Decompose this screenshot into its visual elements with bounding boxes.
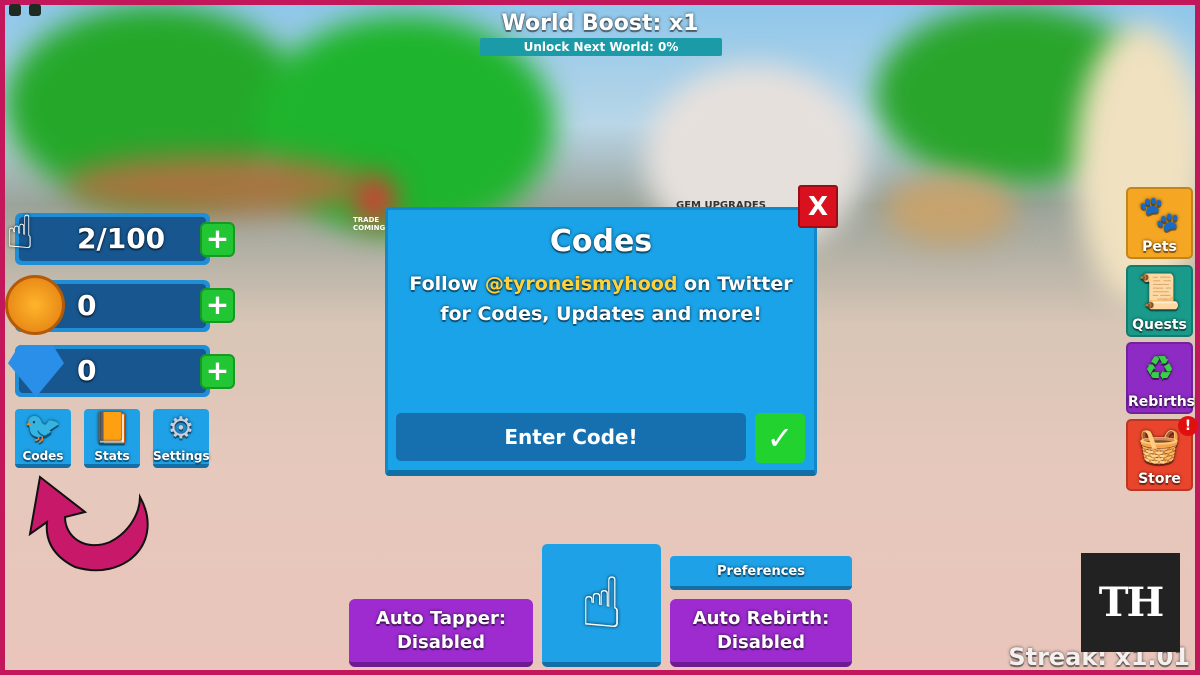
store-label: Store (1138, 471, 1181, 487)
modal-message: Follow @tyroneismyhood on Twitter for Co… (388, 269, 814, 329)
add-clicks-button[interactable]: + (200, 222, 235, 257)
add-coins-button[interactable]: + (200, 288, 235, 323)
message-line2: for Codes, Updates and more! (440, 303, 762, 325)
rebirths-label: Rebirths (1128, 394, 1195, 410)
code-input[interactable] (396, 413, 746, 461)
pets-label: Pets (1142, 239, 1177, 255)
store-notification-badge: ! (1178, 416, 1198, 436)
auto-tapper-button[interactable]: Auto Tapper: Disabled (349, 599, 533, 667)
message-follow: Follow (409, 273, 485, 295)
book-icon: 📙 (93, 411, 131, 446)
codes-modal: Codes Follow @tyroneismyhood on Twitter … (385, 207, 817, 476)
unlock-progress-label: Unlock Next World: 0% (523, 40, 679, 54)
auto-rebirth-label: Auto Rebirth: (692, 608, 830, 629)
stats-button[interactable]: 📙 Stats (84, 409, 140, 468)
hand-pointer-icon: ☝ (6, 205, 35, 259)
rebirths-button[interactable]: ♻ Rebirths (1126, 342, 1195, 414)
submit-code-button[interactable]: ✓ (755, 413, 805, 463)
message-twitter: on Twitter (677, 273, 793, 295)
stats-label: Stats (94, 449, 130, 463)
curved-arrow-annotation (28, 475, 149, 572)
auto-tapper-label: Auto Tapper: (375, 608, 507, 629)
codes-label: Codes (22, 449, 64, 463)
coin-icon (5, 275, 65, 335)
close-modal-button[interactable]: X (798, 185, 838, 228)
auto-rebirth-button[interactable]: Auto Rebirth: Disabled (670, 599, 852, 667)
watermark-logo: TH (1081, 553, 1180, 652)
hand-pointer-icon: ☝ (580, 562, 623, 644)
pets-button[interactable]: 🐾 Pets (1126, 187, 1193, 259)
auto-tapper-state: Disabled (396, 632, 486, 653)
recycle-icon: ♻ (1144, 349, 1175, 389)
roblox-menu-icon[interactable] (9, 4, 21, 16)
settings-label: Settings (153, 449, 210, 463)
chat-icon[interactable] (29, 4, 41, 16)
tap-button[interactable]: ☝ (542, 544, 661, 667)
modal-title: Codes (549, 224, 653, 259)
clicks-value: 2/100 (19, 217, 206, 261)
gear-icon: ⚙ (167, 411, 195, 446)
clicks-counter: 2/100 (15, 213, 210, 265)
codes-button[interactable]: 🐦 Codes (15, 409, 71, 468)
preferences-button[interactable]: Preferences (670, 556, 852, 590)
world-boost-title: World Boost: x1 (501, 11, 699, 36)
add-gems-button[interactable]: + (200, 354, 235, 389)
twitter-handle[interactable]: @tyroneismyhood (485, 273, 678, 295)
scroll-icon: 📜 (1138, 272, 1181, 312)
quests-button[interactable]: 📜 Quests (1126, 265, 1193, 337)
unlock-progress-bar: Unlock Next World: 0% (480, 38, 722, 56)
settings-button[interactable]: ⚙ Settings (153, 409, 210, 468)
twitter-bird-icon: 🐦 (24, 411, 62, 446)
quests-label: Quests (1132, 317, 1187, 333)
auto-rebirth-state: Disabled (716, 632, 806, 653)
paw-icon: 🐾 (1138, 194, 1181, 234)
